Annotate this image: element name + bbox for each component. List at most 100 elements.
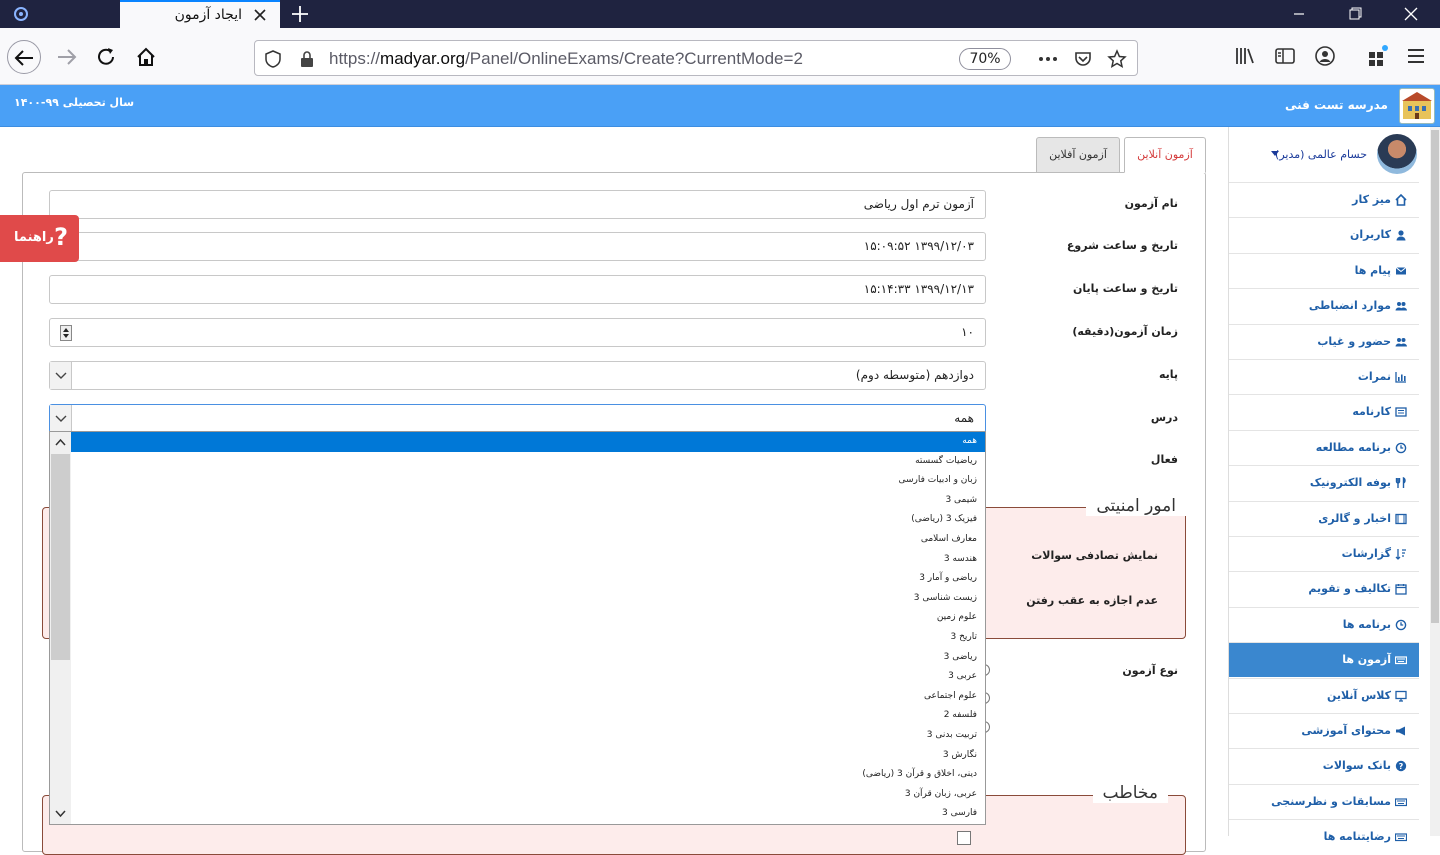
dropdown-option[interactable]: زبان و ادبیات فارسی bbox=[71, 471, 985, 491]
home-icon[interactable] bbox=[129, 40, 163, 74]
dropdown-option[interactable]: عربی 3 bbox=[71, 667, 985, 687]
lesson-select[interactable]: همه bbox=[49, 404, 986, 433]
back-arrow-icon[interactable] bbox=[7, 40, 41, 74]
window-close-button[interactable] bbox=[1388, 2, 1434, 26]
dropdown-option[interactable]: نگارش 3 bbox=[71, 746, 985, 766]
dropdown-option[interactable]: ریاضیات گسسته bbox=[71, 452, 985, 472]
lock-icon[interactable] bbox=[297, 49, 317, 69]
sidebar-item-2[interactable]: پیام ها bbox=[1229, 252, 1419, 288]
duration-label: زمان آزمون(دقیقه) bbox=[1072, 325, 1178, 338]
school-name: مدرسه تست فنی bbox=[1284, 98, 1388, 112]
page-actions-menu-icon[interactable] bbox=[1038, 49, 1058, 69]
sidebar-item-4[interactable]: حضور و غیاب bbox=[1229, 323, 1419, 359]
browser-toolbar: https://madyar.org/Panel/OnlineExams/Cre… bbox=[0, 28, 1440, 85]
account-icon[interactable] bbox=[1313, 44, 1337, 68]
user-name: حسام عالمی (مدیر) bbox=[1275, 148, 1367, 161]
sidebar-item-1[interactable]: کاربران bbox=[1229, 217, 1419, 252]
sidebar-item-label: آزمون ها bbox=[1342, 653, 1391, 667]
forward-arrow-icon[interactable] bbox=[49, 40, 83, 74]
sidebar-item-3[interactable]: موارد انضباطی bbox=[1229, 288, 1419, 323]
sidebar-item-14[interactable]: کلاس آنلاین bbox=[1229, 677, 1419, 713]
avatar bbox=[1377, 134, 1417, 174]
window-restore-button[interactable] bbox=[1332, 2, 1378, 26]
sidebar-item-16[interactable]: ? بانک سوالات bbox=[1229, 748, 1419, 783]
new-tab-plus-icon[interactable] bbox=[288, 3, 312, 25]
sidebar-item-label: بانک سوالات bbox=[1322, 759, 1391, 773]
dropdown-option[interactable]: فلسفه 2 bbox=[71, 706, 985, 726]
clock-icon bbox=[1395, 619, 1407, 631]
bookmark-star-icon[interactable] bbox=[1107, 49, 1127, 69]
desktop-icon bbox=[1395, 690, 1407, 702]
sidebar-item-9[interactable]: اخبار و گالری bbox=[1229, 500, 1419, 536]
sidebar-item-6[interactable]: کارنامه bbox=[1229, 394, 1419, 429]
sidebar-item-5[interactable]: نمرات bbox=[1229, 359, 1419, 394]
lesson-dropdown-list[interactable]: همه ریاضیات گسسته زبان و ادبیات فارسی شیمی … bbox=[49, 431, 986, 825]
bullhorn-icon bbox=[1395, 725, 1407, 737]
sidebar-item-11[interactable]: تکالیف و تقویم bbox=[1229, 571, 1419, 606]
address-bar[interactable]: https://madyar.org/Panel/OnlineExams/Cre… bbox=[254, 40, 1138, 76]
dropdown-option[interactable]: فارسی 3 bbox=[71, 804, 985, 824]
dropdown-option[interactable]: شیمی 3 bbox=[71, 491, 985, 511]
exam-name-input[interactable]: آزمون ترم اول ریاضی bbox=[49, 190, 986, 219]
sidebar-item-17[interactable]: مسابقات و نظرسنجی bbox=[1229, 783, 1419, 819]
duration-stepper[interactable] bbox=[60, 325, 72, 341]
duration-input[interactable]: ۱۰ bbox=[49, 318, 986, 347]
window-minimize-button[interactable] bbox=[1276, 2, 1322, 26]
sidebar-item-10[interactable]: گزارشات bbox=[1229, 536, 1419, 571]
dropdown-option[interactable]: هندسه 3 bbox=[71, 550, 985, 570]
scroll-down-chevron-icon[interactable] bbox=[54, 809, 67, 819]
dropdown-option[interactable]: ریاضی و آمار 3 bbox=[71, 569, 985, 589]
users-icon bbox=[1395, 300, 1407, 312]
reload-icon[interactable] bbox=[89, 40, 123, 74]
dropdown-option[interactable]: معارف اسلامی bbox=[71, 530, 985, 550]
audience-checkbox[interactable] bbox=[957, 831, 971, 845]
dropdown-option[interactable]: زیست شناسی 3 bbox=[71, 589, 985, 609]
sidebar-item-0[interactable]: میز کار bbox=[1229, 182, 1419, 217]
dropdown-option[interactable]: علوم اجتماعی bbox=[71, 687, 985, 707]
tab-close-icon[interactable] bbox=[252, 7, 268, 23]
grade-select[interactable]: دوازدهم (متوسطه دوم) bbox=[49, 361, 986, 390]
help-button[interactable]: ? راهنما bbox=[0, 215, 79, 262]
sidebar-toggle-icon[interactable] bbox=[1273, 44, 1297, 68]
sidebar-item-12[interactable]: برنامه ها bbox=[1229, 606, 1419, 642]
sidebar-item-label: کاربران bbox=[1350, 228, 1391, 242]
dropdown-option[interactable]: ریاضی 3 bbox=[71, 648, 985, 668]
dropdown-option[interactable]: تربیت بدنی 3 bbox=[71, 726, 985, 746]
user-menu[interactable]: حسام عالمی (مدیر) bbox=[1229, 127, 1429, 182]
extensions-icon[interactable] bbox=[1365, 44, 1389, 68]
dropdown-option[interactable]: تاریخ 3 bbox=[71, 628, 985, 648]
browser-tab-active[interactable]: ایجاد آزمون bbox=[120, 0, 280, 29]
sidebar-item-13[interactable]: آزمون ها bbox=[1229, 642, 1419, 678]
dropdown-option[interactable]: همه bbox=[71, 432, 985, 452]
dropdown-option[interactable]: دینی، اخلاق و قرآن 3 (ریاضی) bbox=[71, 765, 985, 785]
help-label: راهنما bbox=[14, 230, 54, 245]
tab-online-exam[interactable]: آزمون آنلاین bbox=[1124, 137, 1206, 173]
sidebar-item-7[interactable]: برنامه مطالعه bbox=[1229, 429, 1419, 465]
start-datetime-label: تاریخ و ساعت شروع bbox=[1066, 239, 1178, 252]
dropdown-option[interactable]: علوم زمین bbox=[71, 608, 985, 628]
keyboard-icon bbox=[1395, 796, 1407, 808]
scroll-up-chevron-icon[interactable] bbox=[54, 437, 67, 447]
zoom-level-badge[interactable]: 70% bbox=[959, 48, 1011, 70]
end-datetime-input[interactable]: ۱۳۹۹/۱۲/۱۳ ۱۵:۱۴:۳۳ bbox=[49, 275, 986, 304]
sidebar-item-label: پیام ها bbox=[1354, 263, 1391, 277]
calendar-icon bbox=[1395, 583, 1407, 596]
dropdown-option[interactable]: عربی، زبان قرآن 3 bbox=[71, 785, 985, 805]
url-text[interactable]: https://madyar.org/Panel/OnlineExams/Cre… bbox=[329, 49, 803, 69]
hamburger-menu-icon[interactable] bbox=[1404, 44, 1428, 68]
dropdown-scroll-thumb[interactable] bbox=[51, 454, 70, 660]
grade-chevron-down-icon[interactable] bbox=[50, 362, 72, 389]
caret-down-icon[interactable] bbox=[1271, 151, 1279, 156]
pocket-icon[interactable] bbox=[1073, 49, 1093, 69]
tab-offline-exam[interactable]: آزمون آفلاین bbox=[1036, 137, 1120, 173]
exam-name-label: نام آزمون bbox=[1124, 197, 1178, 210]
start-datetime-input[interactable]: ۱۳۹۹/۱۲/۰۳ ۱۵:۰۹:۵۲ bbox=[49, 232, 986, 261]
lesson-chevron-down-icon[interactable] bbox=[50, 405, 72, 432]
dropdown-option[interactable]: فیزیک 3 (ریاضی) bbox=[71, 510, 985, 530]
sidebar-item-15[interactable]: محتوای آموزشی bbox=[1229, 713, 1419, 748]
shield-icon[interactable] bbox=[263, 49, 283, 69]
sidebar-item-8[interactable]: بوفه الکترونیک bbox=[1229, 465, 1419, 500]
library-icon[interactable] bbox=[1233, 44, 1257, 68]
sidebar-item-18[interactable]: رضایتنامه ها bbox=[1229, 819, 1419, 854]
sidebar-scroll-thumb[interactable] bbox=[1431, 130, 1439, 623]
